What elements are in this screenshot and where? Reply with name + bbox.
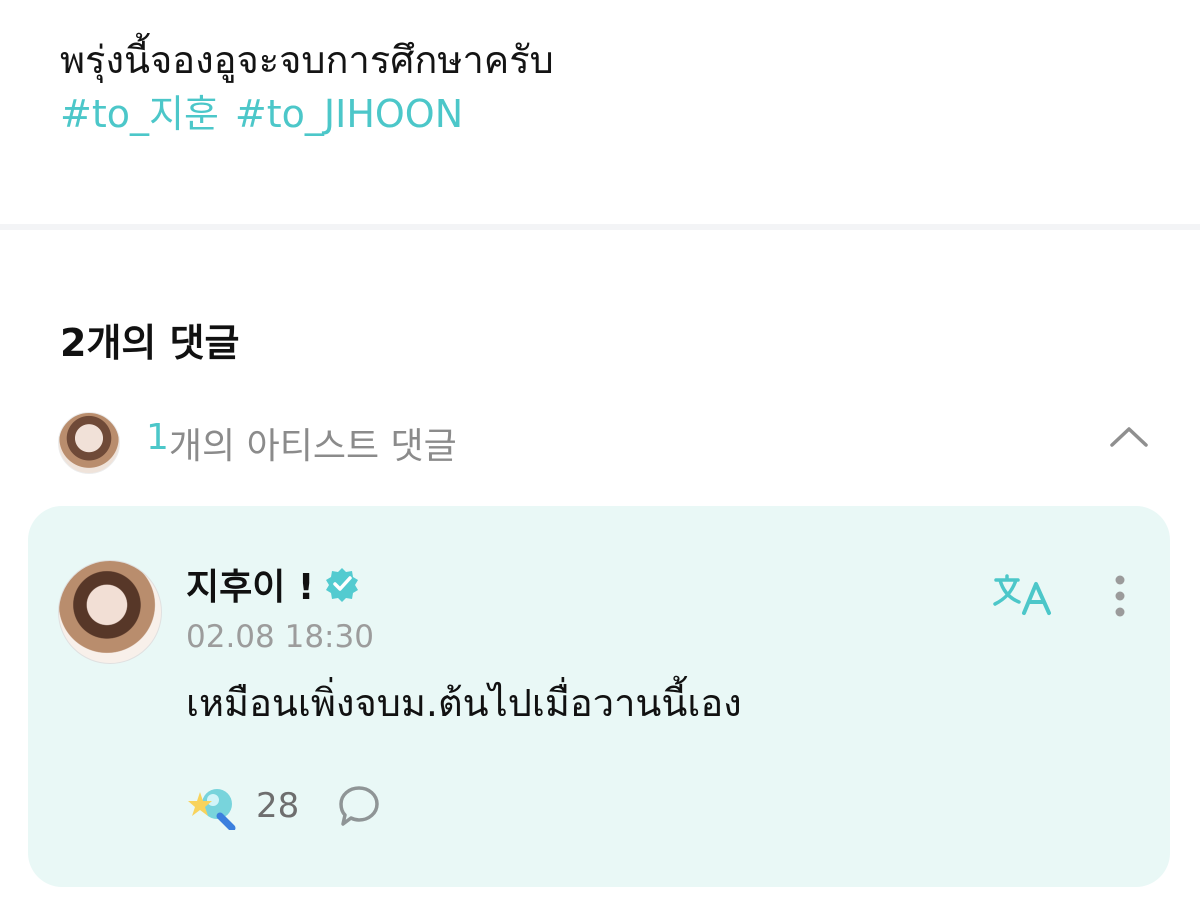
verified-badge-icon xyxy=(326,568,359,602)
comment-author-name[interactable]: 지후이 ! xyxy=(186,558,314,610)
chevron-up-icon[interactable] xyxy=(1110,424,1148,448)
artist-comment-label: 1 개의 아티스트 댓글 xyxy=(146,417,457,469)
artist-comment-number: 1 xyxy=(146,417,169,458)
speech-bubble-icon[interactable] xyxy=(337,784,381,828)
star-wand-like-icon[interactable] xyxy=(186,782,238,830)
comment-author-row: 지후이 ! xyxy=(186,560,360,608)
comment-count: 2개의 댓글 xyxy=(60,321,240,365)
section-divider xyxy=(0,224,1200,230)
translate-icon[interactable] xyxy=(992,570,1054,618)
comment-page: พรุ่งนี้จองอูจะจบการศึกษาครับ #to_지훈 #to… xyxy=(0,0,1200,899)
comment-timestamp: 02.08 18:30 xyxy=(186,619,374,655)
artist-comment-card: 지후이 ! 02.08 18:30 เหมือนเพิ่งจบม.ต้นไปเม… xyxy=(28,506,1170,887)
comment-text: เหมือนเพิ่งจบม.ต้นไปเมื่อวานนี้เอง xyxy=(186,681,742,725)
artist-comment-suffix: 개의 아티스트 댓글 xyxy=(168,426,457,467)
artist-avatar-thumbnail xyxy=(58,412,120,474)
post-text: พรุ่งนี้จองอูจะจบการศึกษาครับ xyxy=(60,38,554,82)
comment-author-avatar[interactable] xyxy=(58,560,162,664)
comment-actions: 28 xyxy=(186,782,381,830)
hashtags: #to_지훈 #to_JIHOON xyxy=(60,88,463,140)
like-count: 28 xyxy=(256,786,300,826)
hashtag-link-jihoon-korean[interactable]: #to_지훈 xyxy=(60,88,219,140)
hashtag-link-jihoon-english[interactable]: #to_JIHOON xyxy=(235,88,463,140)
more-vertical-icon[interactable] xyxy=(1110,572,1130,620)
artist-comment-summary[interactable]: 1 개의 아티스트 댓글 xyxy=(58,412,1158,474)
